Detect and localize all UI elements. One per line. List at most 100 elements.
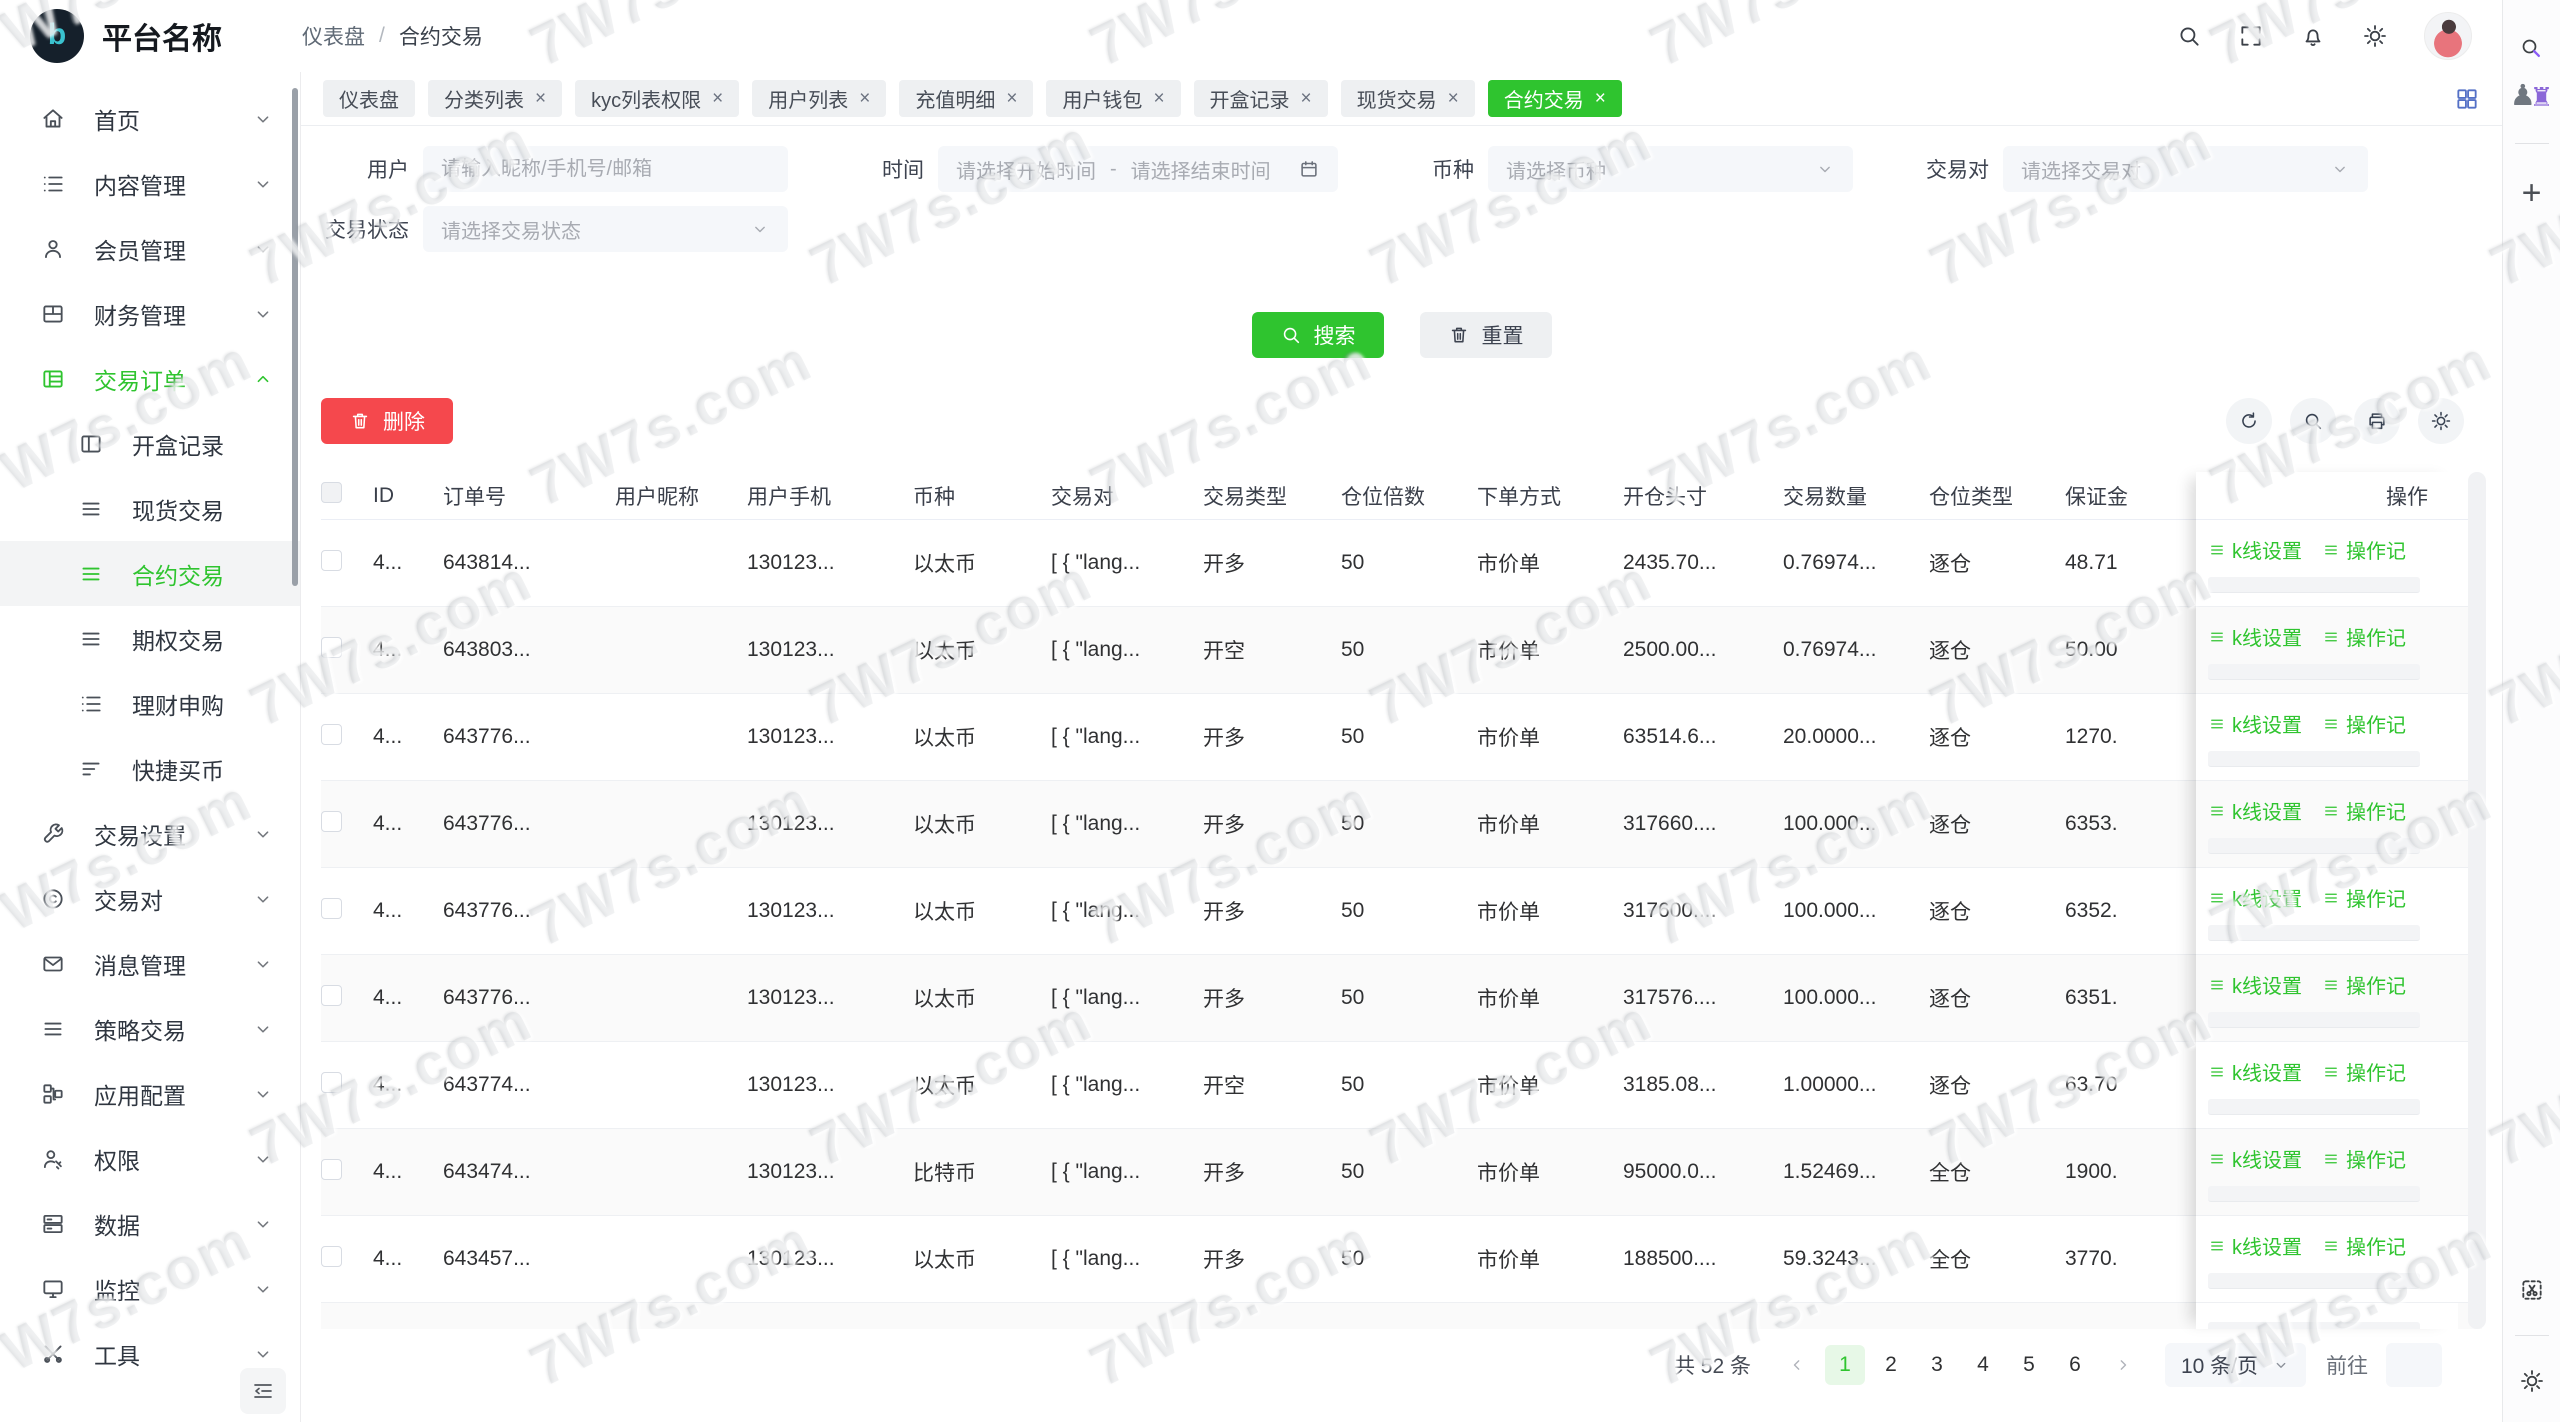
sidebar-item[interactable]: 交易订单 (0, 346, 300, 411)
sidebar-item[interactable]: 交易对 (0, 866, 300, 931)
prev-page-icon[interactable] (1779, 1345, 1815, 1385)
tab-6[interactable]: 开盒记录× (1194, 80, 1328, 117)
sidebar-item[interactable]: 会员管理 (0, 216, 300, 281)
next-page-icon[interactable] (2105, 1345, 2141, 1385)
row-checkbox[interactable] (321, 1246, 342, 1267)
kline-settings-link[interactable]: k线设置 (2208, 709, 2302, 738)
row-checkbox[interactable] (321, 1159, 342, 1180)
reset-button[interactable]: 重置 (1420, 312, 1552, 358)
rail-settings-icon[interactable] (2519, 1368, 2545, 1394)
fullscreen-icon[interactable] (2238, 23, 2264, 49)
row-checkbox[interactable] (321, 724, 342, 745)
page-number[interactable]: 5 (2009, 1345, 2049, 1385)
sidebar-item[interactable]: 应用配置 (0, 1061, 300, 1126)
rail-search-icon[interactable] (2519, 36, 2545, 62)
tab-close-icon[interactable]: × (1595, 89, 1606, 108)
operation-record-link[interactable]: 操作记 (2322, 883, 2406, 912)
chess-extension-icon[interactable]: ♟♜ (2510, 82, 2553, 111)
sidebar-item[interactable]: 策略交易 (0, 996, 300, 1061)
page-size-select[interactable]: 10 条/页 (2165, 1343, 2306, 1387)
operation-record-link[interactable]: 操作记 (2322, 535, 2406, 564)
tab-close-icon[interactable]: × (859, 89, 870, 108)
layout-grid-icon[interactable] (2454, 86, 2480, 112)
sidebar-item[interactable]: 消息管理 (0, 931, 300, 996)
row-checkbox[interactable] (321, 550, 342, 571)
operation-record-link[interactable]: 操作记 (2322, 1231, 2406, 1260)
avatar[interactable] (2424, 12, 2472, 60)
kline-settings-link[interactable]: k线设置 (2208, 622, 2302, 651)
operation-record-link[interactable]: 操作记 (2322, 709, 2406, 738)
sidebar-item[interactable]: 开盒记录 (0, 411, 300, 476)
tab-3[interactable]: 用户列表× (752, 80, 886, 117)
kline-settings-link[interactable]: k线设置 (2208, 883, 2302, 912)
add-extension-icon[interactable]: + (2522, 176, 2542, 210)
sidebar-scrollbar[interactable] (292, 88, 298, 586)
operation-record-link[interactable]: 操作记 (2322, 1144, 2406, 1173)
table-search-icon[interactable] (2290, 398, 2336, 444)
kline-settings-link[interactable]: k线设置 (2208, 970, 2302, 999)
row-checkbox[interactable] (321, 811, 342, 832)
table-scrollbar[interactable] (2468, 472, 2486, 1329)
kline-settings-link[interactable]: k线设置 (2208, 796, 2302, 825)
tab-close-icon[interactable]: × (535, 89, 546, 108)
sidebar-item[interactable]: 财务管理 (0, 281, 300, 346)
tab-5[interactable]: 用户钱包× (1046, 80, 1180, 117)
tab-close-icon[interactable]: × (1301, 89, 1312, 108)
goto-page-input[interactable] (2386, 1343, 2442, 1387)
refresh-icon[interactable] (2226, 398, 2272, 444)
sidebar-item[interactable]: 现货交易 (0, 476, 300, 541)
sidebar-collapse-button[interactable] (240, 1368, 286, 1414)
tab-close-icon[interactable]: × (1153, 89, 1164, 108)
kline-settings-link[interactable]: k线设置 (2208, 535, 2302, 564)
page-number[interactable]: 6 (2055, 1345, 2095, 1385)
tab-0[interactable]: 仪表盘 (323, 80, 415, 117)
operation-record-link[interactable]: 操作记 (2322, 622, 2406, 651)
user-search-input[interactable] (423, 146, 788, 192)
print-icon[interactable] (2354, 398, 2400, 444)
row-checkbox[interactable] (321, 898, 342, 919)
row-checkbox[interactable] (321, 637, 342, 658)
pair-select[interactable]: 请选择交易对 (2003, 146, 2368, 192)
kline-settings-link[interactable]: k线设置 (2208, 1231, 2302, 1260)
row-checkbox[interactable] (321, 985, 342, 1006)
operation-record-link[interactable]: 操作记 (2322, 796, 2406, 825)
page-number-active[interactable]: 1 (1825, 1345, 1865, 1385)
tab-close-icon[interactable]: × (1448, 89, 1459, 108)
delete-button[interactable]: 删除 (321, 398, 453, 444)
sidebar-item[interactable]: 权限 (0, 1126, 300, 1191)
sidebar-item[interactable]: 监控 (0, 1256, 300, 1321)
kline-settings-link[interactable]: k线设置 (2208, 1144, 2302, 1173)
page-number[interactable]: 3 (1917, 1345, 1957, 1385)
search-icon[interactable] (2176, 23, 2202, 49)
search-button[interactable]: 搜索 (1252, 312, 1384, 358)
tab-close-icon[interactable]: × (712, 89, 723, 108)
breadcrumb-root[interactable]: 仪表盘 (302, 21, 365, 51)
sidebar-item-current[interactable]: 合约交易 (0, 541, 300, 606)
sidebar-item[interactable]: 快捷买币 (0, 736, 300, 801)
tab-2[interactable]: kyc列表权限× (575, 80, 739, 117)
page-number[interactable]: 2 (1871, 1345, 1911, 1385)
column-settings-icon[interactable] (2418, 398, 2464, 444)
operation-record-link[interactable]: 操作记 (2322, 1057, 2406, 1086)
select-all-checkbox[interactable] (321, 482, 342, 503)
tab-active[interactable]: 合约交易× (1488, 80, 1622, 117)
tab-close-icon[interactable]: × (1006, 89, 1017, 108)
sidebar-item[interactable]: 期权交易 (0, 606, 300, 671)
coin-select[interactable]: 请选择币种 (1488, 146, 1853, 192)
date-range-picker[interactable]: 请选择开始时间 - 请选择结束时间 (938, 146, 1338, 192)
sidebar-item[interactable]: 交易设置 (0, 801, 300, 866)
sidebar-item[interactable]: 内容管理 (0, 151, 300, 216)
sidebar-item[interactable]: 理财申购 (0, 671, 300, 736)
sidebar-item[interactable]: 数据 (0, 1191, 300, 1256)
gear-icon[interactable] (2362, 23, 2388, 49)
tab-7[interactable]: 现货交易× (1341, 80, 1475, 117)
operation-record-link[interactable]: 操作记 (2322, 970, 2406, 999)
kline-settings-link[interactable]: k线设置 (2208, 1057, 2302, 1086)
tab-4[interactable]: 充值明细× (899, 80, 1033, 117)
page-number[interactable]: 4 (1963, 1345, 2003, 1385)
status-select[interactable]: 请选择交易状态 (423, 206, 788, 252)
sidebar-item[interactable]: 首页 (0, 86, 300, 151)
screenshot-icon[interactable] (2519, 1277, 2545, 1303)
bell-icon[interactable] (2300, 23, 2326, 49)
tab-1[interactable]: 分类列表× (428, 80, 562, 117)
